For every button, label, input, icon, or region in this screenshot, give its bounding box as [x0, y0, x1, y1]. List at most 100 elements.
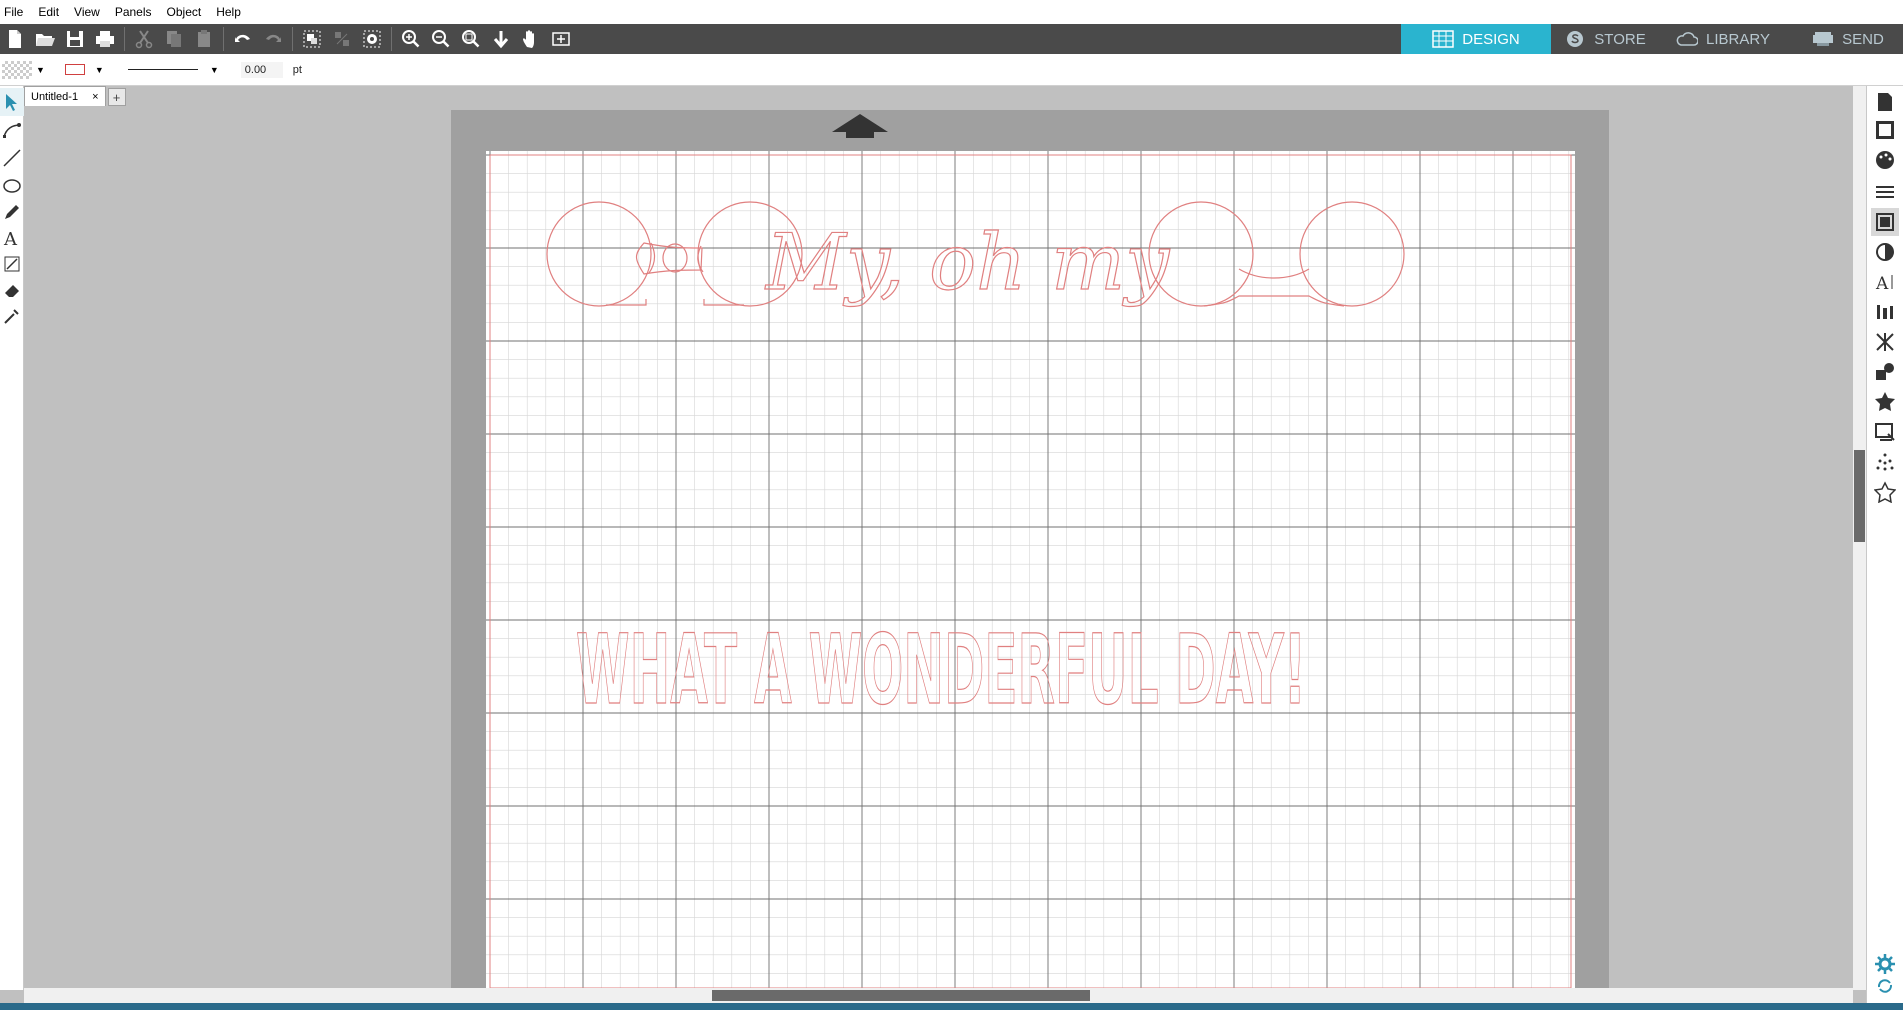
menu-file[interactable]: File: [4, 5, 23, 19]
zoom-out-button[interactable]: [427, 26, 455, 52]
toolbar-divider: [292, 27, 293, 51]
new-document-button[interactable]: [1, 26, 29, 52]
select-tool-button[interactable]: [0, 88, 24, 116]
vertical-scrollbar[interactable]: [1853, 86, 1866, 990]
star-outline-icon: [1874, 481, 1896, 503]
paste-icon: [198, 30, 210, 47]
trace-icon: [1875, 423, 1895, 441]
transform-panel-button[interactable]: [1871, 328, 1899, 356]
design-view-button[interactable]: [1871, 116, 1899, 144]
add-document-button[interactable]: +: [107, 88, 126, 106]
cut-button[interactable]: [130, 26, 158, 52]
align-panel-button[interactable]: [1871, 298, 1899, 326]
eyedropper-tool-button[interactable]: [0, 302, 24, 330]
text-style-panel-button[interactable]: A: [1871, 268, 1899, 296]
menu-view[interactable]: View: [74, 5, 100, 19]
left-toolbar: A: [0, 86, 24, 990]
design-shapes[interactable]: My, oh my WHAT A WONDERFUL DAY!: [486, 151, 1575, 988]
select-all-button[interactable]: [358, 26, 386, 52]
text-style-icon: A: [1875, 274, 1893, 293]
copy-button[interactable]: [160, 26, 188, 52]
favorites-panel-button[interactable]: [1871, 478, 1899, 506]
replicate-panel-button[interactable]: [1871, 358, 1899, 386]
zoom-fit-button[interactable]: [457, 26, 485, 52]
zoom-in-button[interactable]: [397, 26, 425, 52]
tab-library[interactable]: LIBRARY: [1668, 24, 1778, 54]
tab-design[interactable]: DESIGN: [1401, 24, 1551, 54]
text-tool-button[interactable]: A: [0, 224, 24, 252]
ungroup-button[interactable]: [328, 26, 356, 52]
line-style-sample[interactable]: [127, 69, 198, 70]
paste-button[interactable]: [190, 26, 218, 52]
move-down-button[interactable]: [487, 26, 515, 52]
redo-button[interactable]: [259, 26, 287, 52]
taskbar-edge: [0, 1003, 1903, 1010]
line-tool-button[interactable]: [0, 144, 24, 172]
eraser-tool-button[interactable]: [0, 276, 24, 304]
right-panel-bar: A: [1866, 86, 1903, 1010]
toolbar-divider: [223, 27, 224, 51]
modify-panel-button[interactable]: [1871, 388, 1899, 416]
document-tab[interactable]: Untitled-1 ×: [24, 86, 106, 106]
draw-tool-button[interactable]: [0, 198, 24, 226]
move-down-icon: [493, 31, 509, 49]
page-icon: [1878, 93, 1892, 111]
tab-send[interactable]: SEND: [1798, 24, 1898, 54]
close-icon[interactable]: ×: [92, 91, 98, 103]
contrast-panel-button[interactable]: [1871, 238, 1899, 266]
group-button[interactable]: [298, 26, 326, 52]
group-icon: [303, 30, 321, 48]
trace-panel-button[interactable]: [1871, 418, 1899, 446]
horizontal-scrollbar[interactable]: [24, 988, 1853, 1003]
toolbar-divider: [391, 27, 392, 51]
tab-design-label: DESIGN: [1462, 30, 1520, 48]
sketch-icon: [1876, 213, 1894, 231]
vertical-scroll-thumb[interactable]: [1854, 450, 1865, 542]
transform-icon: [1876, 333, 1894, 351]
menu-panels[interactable]: Panels: [115, 5, 152, 19]
line-style-dropdown-icon[interactable]: ▼: [210, 65, 219, 75]
page-setup-button[interactable]: [1871, 88, 1899, 116]
line-width-input[interactable]: 0.00: [240, 61, 283, 78]
save-button[interactable]: [61, 26, 89, 52]
fit-page-button[interactable]: [547, 26, 575, 52]
grid-page-icon: [1876, 121, 1894, 139]
select-all-icon: [363, 30, 381, 48]
document-tab-title: Untitled-1: [31, 90, 79, 103]
sync-button[interactable]: [1871, 972, 1899, 1000]
fill-panel-button[interactable]: [1871, 146, 1899, 174]
pencil-icon: [5, 205, 19, 219]
fill-color-swatch[interactable]: [2, 60, 32, 79]
pan-button[interactable]: [517, 26, 545, 52]
horizontal-scroll-thumb[interactable]: [712, 990, 1090, 1001]
menu-help[interactable]: Help: [216, 5, 241, 19]
undo-button[interactable]: [229, 26, 257, 52]
copy-icon: [167, 31, 181, 47]
palette-icon: [1876, 151, 1894, 169]
line-color-swatch[interactable]: [64, 64, 85, 75]
mouse-ears-bow-left[interactable]: [546, 201, 803, 307]
script-text[interactable]: My, oh my: [763, 217, 1170, 308]
zoom-fit-icon: [462, 30, 480, 48]
cut-icon: [135, 30, 153, 49]
design-page[interactable]: My, oh my WHAT A WONDERFUL DAY!: [486, 151, 1575, 988]
menu-object[interactable]: Object: [167, 5, 202, 19]
tab-store[interactable]: STORE: [1555, 24, 1655, 54]
line-panel-button[interactable]: [1871, 178, 1899, 206]
line-color-dropdown-icon[interactable]: ▼: [95, 65, 104, 75]
grid-icon: [1432, 30, 1454, 48]
headline-text[interactable]: WHAT A WONDERFUL DAY!: [575, 613, 1306, 726]
knife-tool-button[interactable]: [0, 250, 24, 278]
cloud-icon: [1676, 32, 1699, 46]
ellipse-tool-button[interactable]: [0, 172, 24, 200]
point-edit-tool-button[interactable]: [0, 116, 24, 144]
menu-edit[interactable]: Edit: [38, 5, 59, 19]
fill-dropdown-icon[interactable]: ▼: [36, 65, 45, 75]
sketch-panel-button[interactable]: [1871, 208, 1899, 236]
store-icon: [1567, 31, 1584, 47]
mouse-ears-right[interactable]: [1148, 201, 1405, 307]
pixscan-panel-button[interactable]: [1871, 448, 1899, 476]
print-button[interactable]: [91, 26, 119, 52]
new-icon: [9, 30, 21, 48]
open-button[interactable]: [31, 26, 59, 52]
